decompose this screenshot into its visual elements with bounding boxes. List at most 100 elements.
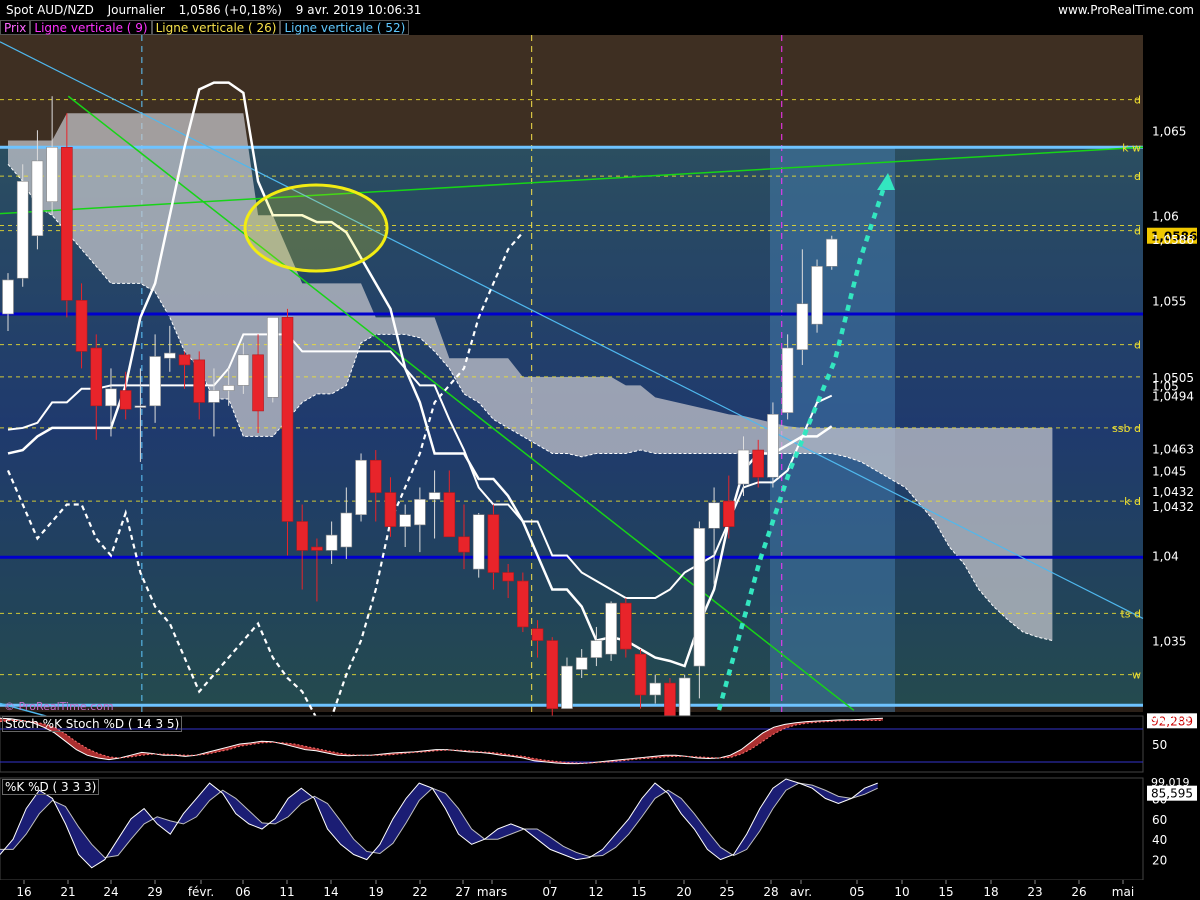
legend-item-vline-9[interactable]: Ligne verticale ( 9) bbox=[30, 20, 152, 35]
level-tag-3: d bbox=[1134, 170, 1141, 183]
watermark: © ProRealTime.com bbox=[4, 700, 114, 713]
price-change: 1,0586 (+0,18%) bbox=[178, 3, 282, 17]
k-d-title[interactable]: %K %D ( 3 3 3) bbox=[2, 779, 100, 795]
candle-body bbox=[428, 492, 441, 500]
date-tick-17: 28 bbox=[763, 885, 778, 899]
price-tick-18: 1,0432 bbox=[1152, 500, 1194, 514]
date-tick-9: 22 bbox=[412, 885, 427, 899]
candle-body bbox=[546, 640, 559, 709]
candle-body bbox=[634, 653, 647, 696]
date-tick-14: 15 bbox=[631, 885, 646, 899]
candle-body bbox=[472, 514, 485, 570]
date-tick-10: 27 bbox=[455, 885, 470, 899]
candle-body bbox=[222, 385, 235, 391]
candle-body bbox=[693, 527, 706, 667]
candle-body bbox=[369, 459, 382, 493]
date-tick-12: 07 bbox=[542, 885, 557, 899]
chart-svg: d1,065k wd1,061,0586d1,05861,055d1,05051… bbox=[0, 20, 1200, 900]
date-tick-2: 24 bbox=[103, 885, 118, 899]
date-tick-4: févr. bbox=[188, 885, 214, 899]
date-tick-16: 25 bbox=[719, 885, 734, 899]
stoch-tick-0: 50 bbox=[1152, 738, 1167, 752]
kd-tick-1: 60 bbox=[1152, 813, 1167, 827]
indicator-legend: Prix Ligne verticale ( 9) Ligne vertical… bbox=[0, 20, 410, 35]
price-tick-12: 1,0494 bbox=[1152, 390, 1194, 404]
candle-body bbox=[296, 521, 309, 551]
date-tick-3: 29 bbox=[147, 885, 162, 899]
period-label: Journalier bbox=[107, 3, 165, 17]
candle-body bbox=[325, 534, 338, 551]
kd-cut-label: 99,019 bbox=[1151, 776, 1190, 789]
candle-body bbox=[105, 388, 117, 407]
level-tag-0: d bbox=[1134, 94, 1141, 107]
candle-body bbox=[767, 414, 779, 478]
date-tick-15: 20 bbox=[676, 885, 691, 899]
date-tick-11: mars bbox=[477, 885, 507, 899]
date-tick-25: mai bbox=[1112, 885, 1134, 899]
candle-body bbox=[178, 354, 191, 366]
legend-item-price[interactable]: Prix bbox=[0, 20, 31, 35]
candle-body bbox=[414, 499, 426, 526]
price-tick-19: 1,04 bbox=[1152, 550, 1179, 564]
level-tag-9: d bbox=[1134, 339, 1141, 352]
candle-body bbox=[281, 317, 294, 522]
date-tick-7: 14 bbox=[323, 885, 338, 899]
date-tick-24: 26 bbox=[1071, 885, 1086, 899]
stoch-title[interactable]: Stoch %K Stoch %D ( 14 3 5) bbox=[2, 716, 183, 732]
k-d-legend: %K %D ( 3 3 3) bbox=[2, 779, 101, 795]
candle-body bbox=[825, 238, 838, 267]
candle-body bbox=[2, 279, 14, 315]
candle-body bbox=[355, 459, 367, 515]
candle-body bbox=[620, 602, 632, 650]
date-tick-23: 23 bbox=[1027, 885, 1042, 899]
legend-item-vline-26[interactable]: Ligne verticale ( 26) bbox=[151, 20, 281, 35]
level-tag-22: w bbox=[1132, 669, 1141, 682]
date-tick-19: 05 bbox=[849, 885, 864, 899]
candle-body bbox=[575, 657, 588, 670]
candle-body bbox=[46, 146, 58, 202]
candle-body bbox=[340, 512, 353, 548]
candle-body bbox=[796, 303, 809, 350]
candle-body bbox=[502, 572, 514, 582]
candle-body bbox=[590, 640, 603, 658]
price-tick-7: 1,0586 bbox=[1152, 233, 1194, 247]
candle-body bbox=[90, 347, 103, 407]
candle-body bbox=[266, 317, 279, 398]
candle-body bbox=[561, 665, 573, 709]
datetime-label: 9 avr. 2019 10:06:31 bbox=[295, 3, 422, 17]
candle-body bbox=[149, 356, 161, 407]
kd-tick-2: 40 bbox=[1152, 833, 1167, 847]
candle-body bbox=[517, 580, 529, 628]
price-tick-4: 1,06 bbox=[1152, 209, 1179, 223]
candle-body bbox=[458, 536, 470, 553]
date-tick-1: 21 bbox=[60, 885, 75, 899]
date-tick-0: 16 bbox=[16, 885, 31, 899]
date-tick-22: 18 bbox=[983, 885, 998, 899]
price-tick-15: 1,045 bbox=[1152, 464, 1186, 478]
date-tick-13: 12 bbox=[588, 885, 603, 899]
legend-item-vline-52[interactable]: Ligne verticale ( 52) bbox=[280, 20, 410, 35]
candle-body bbox=[252, 354, 264, 412]
candle-body bbox=[16, 180, 29, 279]
candle-body bbox=[443, 492, 456, 538]
candle-body bbox=[664, 682, 676, 720]
candle-body bbox=[781, 347, 794, 413]
candle-body bbox=[61, 146, 73, 301]
k-d-panel: 8060402085,59599,019 bbox=[0, 776, 1197, 881]
candle-body bbox=[208, 390, 220, 403]
price-tick-21: 1,035 bbox=[1152, 635, 1186, 649]
date-tick-18: avr. bbox=[790, 885, 812, 899]
kd-tick-3: 20 bbox=[1152, 854, 1167, 868]
price-tick-14: 1,0463 bbox=[1152, 442, 1194, 456]
candle-body bbox=[605, 602, 617, 655]
candle-body bbox=[811, 266, 823, 325]
candle-body bbox=[649, 682, 662, 696]
level-tag-13: ssb d bbox=[1112, 422, 1141, 435]
date-tick-5: 06 bbox=[235, 885, 250, 899]
candle-body bbox=[722, 500, 735, 527]
date-tick-21: 15 bbox=[938, 885, 953, 899]
date-axis: 16 21 24 29 févr. 06 11 14 19 22 27 mars 07 12 15 20 25 2… bbox=[0, 880, 1200, 900]
price-tick-1: 1,065 bbox=[1152, 124, 1186, 138]
level-tag-2: k w bbox=[1122, 141, 1141, 154]
price-tick-16: 1,0432 bbox=[1152, 485, 1194, 499]
